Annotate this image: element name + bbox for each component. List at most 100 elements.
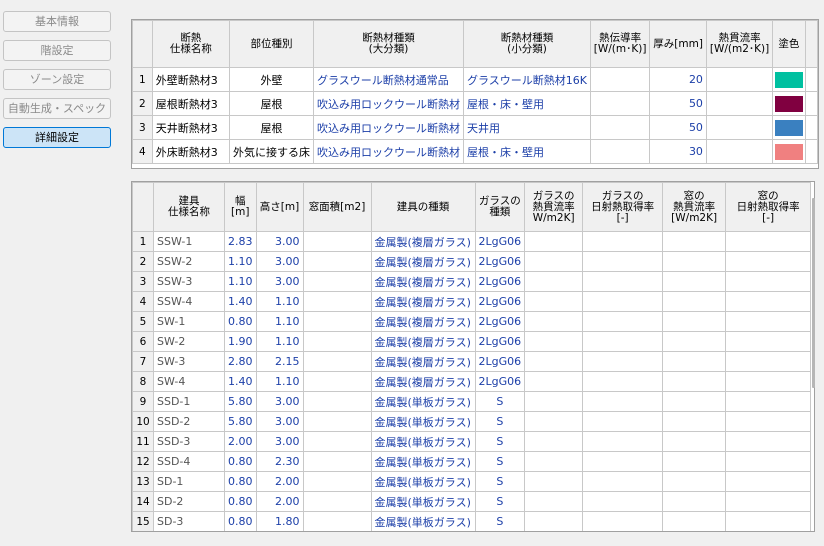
conductivity-cell[interactable] — [589, 91, 651, 116]
row-number-cell[interactable]: 7 — [132, 351, 154, 372]
glass-u-value-cell[interactable] — [524, 431, 584, 452]
row-number-cell[interactable]: 1 — [132, 231, 154, 252]
window-u-value-cell[interactable] — [662, 231, 727, 252]
paint-color-cell[interactable] — [772, 115, 806, 140]
glass-u-value-cell[interactable] — [524, 271, 584, 292]
glass-u-value-cell[interactable] — [524, 451, 584, 472]
glass-u-value-cell[interactable] — [524, 351, 584, 372]
window-shgc-cell[interactable] — [725, 291, 812, 312]
row-number-cell[interactable]: 2 — [132, 251, 154, 272]
window-shgc-cell[interactable] — [725, 251, 812, 272]
window-area-cell[interactable] — [302, 291, 372, 312]
fitting-type-cell[interactable]: 金属製(複層ガラス) — [370, 371, 476, 392]
row-number-cell[interactable]: 5 — [132, 311, 154, 332]
fitting-type-cell[interactable]: 金属製(複層ガラス) — [370, 231, 476, 252]
height-cell[interactable]: 2.30 — [255, 451, 304, 472]
glass-type-cell[interactable]: S — [474, 471, 526, 492]
fitting-type-cell[interactable]: 金属製(複層ガラス) — [370, 311, 476, 332]
window-area-cell[interactable] — [302, 451, 372, 472]
fitting-type-cell[interactable]: 金属製(複層ガラス) — [370, 271, 476, 292]
glass-u-value-cell[interactable] — [524, 411, 584, 432]
insulation-name-cell[interactable]: 外壁断熱材3 — [151, 67, 230, 92]
row-number-cell[interactable]: 10 — [132, 411, 154, 432]
glass-u-value-cell[interactable] — [524, 251, 584, 272]
row-number-cell[interactable]: 14 — [132, 491, 154, 512]
minor-category-cell[interactable]: グラスウール断熱材16K — [462, 67, 591, 92]
fitting-name-cell[interactable]: SSW-1 — [153, 231, 225, 252]
fitting-type-cell[interactable]: 金属製(単板ガラス) — [370, 431, 476, 452]
glass-shgc-cell[interactable] — [582, 351, 664, 372]
thickness-cell[interactable]: 50 — [649, 91, 707, 116]
window-shgc-cell[interactable] — [725, 371, 812, 392]
fitting-name-cell[interactable]: SD-2 — [153, 491, 225, 512]
window-area-cell[interactable] — [302, 231, 372, 252]
row-number-cell[interactable]: 1 — [132, 67, 153, 92]
row-number-cell[interactable]: 15 — [132, 511, 154, 531]
row-number-cell[interactable]: 8 — [132, 371, 154, 392]
fitting-name-cell[interactable]: SW-4 — [153, 371, 225, 392]
window-area-cell[interactable] — [302, 251, 372, 272]
window-shgc-cell[interactable] — [725, 471, 812, 492]
window-area-cell[interactable] — [302, 471, 372, 492]
width-cell[interactable]: 5.80 — [224, 391, 257, 412]
fitting-row[interactable]: 14 SD-2 0.80 2.00 金属製(単板ガラス) S — [132, 491, 812, 512]
glass-type-cell[interactable]: 2LgG06 — [474, 351, 526, 372]
width-cell[interactable]: 0.80 — [224, 471, 257, 492]
transmittance-cell[interactable] — [705, 115, 774, 140]
window-area-cell[interactable] — [302, 331, 372, 352]
window-area-cell[interactable] — [302, 511, 372, 531]
part-type-cell[interactable]: 屋根 — [228, 91, 314, 116]
glass-shgc-cell[interactable] — [582, 291, 664, 312]
minor-category-cell[interactable]: 屋根・床・壁用 — [462, 91, 591, 116]
window-area-cell[interactable] — [302, 491, 372, 512]
fitting-row[interactable]: 4 SSW-4 1.40 1.10 金属製(複層ガラス) 2LgG06 — [132, 291, 812, 312]
glass-shgc-cell[interactable] — [582, 371, 664, 392]
fitting-type-cell[interactable]: 金属製(単板ガラス) — [370, 471, 476, 492]
glass-u-value-cell[interactable] — [524, 231, 584, 252]
row-number-cell[interactable]: 6 — [132, 331, 154, 352]
height-cell[interactable]: 2.15 — [255, 351, 304, 372]
glass-u-value-cell[interactable] — [524, 311, 584, 332]
width-cell[interactable]: 1.10 — [224, 271, 257, 292]
window-u-value-cell[interactable] — [662, 451, 727, 472]
nav-zone-settings-button[interactable]: ゾーン設定 — [3, 69, 111, 90]
part-type-cell[interactable]: 外壁 — [228, 67, 314, 92]
window-shgc-cell[interactable] — [725, 331, 812, 352]
glass-shgc-cell[interactable] — [582, 231, 664, 252]
fitting-row[interactable]: 2 SSW-2 1.10 3.00 金属製(複層ガラス) 2LgG06 — [132, 251, 812, 272]
row-number-cell[interactable]: 9 — [132, 391, 154, 412]
vertical-scrollbar[interactable] — [812, 198, 815, 388]
glass-shgc-cell[interactable] — [582, 431, 664, 452]
glass-u-value-cell[interactable] — [524, 331, 584, 352]
height-cell[interactable]: 2.00 — [255, 471, 304, 492]
major-category-cell[interactable]: グラスウール断熱材通常品 — [312, 67, 464, 92]
glass-u-value-cell[interactable] — [524, 391, 584, 412]
width-cell[interactable]: 2.83 — [224, 231, 257, 252]
glass-shgc-cell[interactable] — [582, 511, 664, 531]
thickness-cell[interactable]: 20 — [649, 67, 707, 92]
window-area-cell[interactable] — [302, 391, 372, 412]
window-u-value-cell[interactable] — [662, 271, 727, 292]
width-cell[interactable]: 2.80 — [224, 351, 257, 372]
paint-color-cell[interactable] — [772, 91, 806, 116]
window-shgc-cell[interactable] — [725, 491, 812, 512]
height-cell[interactable]: 3.00 — [255, 251, 304, 272]
nav-floor-settings-button[interactable]: 階設定 — [3, 40, 111, 61]
minor-category-cell[interactable]: 天井用 — [462, 115, 591, 140]
width-cell[interactable]: 0.80 — [224, 491, 257, 512]
row-number-cell[interactable]: 4 — [132, 139, 153, 164]
fitting-type-cell[interactable]: 金属製(単板ガラス) — [370, 451, 476, 472]
transmittance-cell[interactable] — [705, 139, 774, 164]
major-category-cell[interactable]: 吹込み用ロックウール断熱材 — [312, 139, 464, 164]
fitting-row[interactable]: 5 SW-1 0.80 1.10 金属製(複層ガラス) 2LgG06 — [132, 311, 812, 332]
glass-type-cell[interactable]: S — [474, 511, 526, 531]
fitting-name-cell[interactable]: SW-2 — [153, 331, 225, 352]
window-shgc-cell[interactable] — [725, 271, 812, 292]
window-u-value-cell[interactable] — [662, 471, 727, 492]
window-u-value-cell[interactable] — [662, 311, 727, 332]
transmittance-cell[interactable] — [705, 67, 774, 92]
glass-shgc-cell[interactable] — [582, 451, 664, 472]
fitting-row[interactable]: 9 SSD-1 5.80 3.00 金属製(単板ガラス) S — [132, 391, 812, 412]
glass-type-cell[interactable]: 2LgG06 — [474, 231, 526, 252]
fitting-row[interactable]: 8 SW-4 1.40 1.10 金属製(複層ガラス) 2LgG06 — [132, 371, 812, 392]
